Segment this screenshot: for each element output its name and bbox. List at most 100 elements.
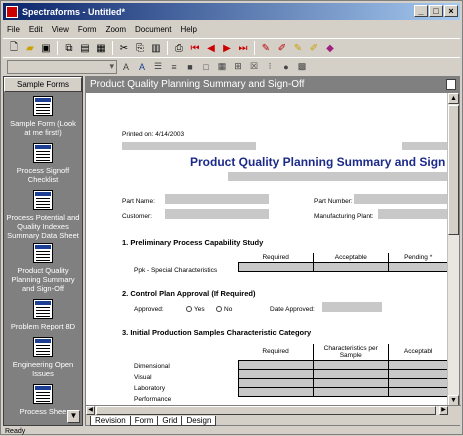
tab-form[interactable]: Form — [129, 416, 159, 426]
vertical-scrollbar[interactable]: ▲ ▼ — [447, 93, 459, 406]
format-toolbar: A A ☰ ≡ ■ □ ▦ ⊞ ☒ ⁝ ● ▩ — [3, 57, 460, 75]
col-acceptable: Acceptabl — [387, 344, 448, 361]
paste-form-icon[interactable]: ▤ — [78, 41, 92, 55]
eraser-icon[interactable]: ◆ — [323, 41, 337, 55]
menu-document[interactable]: Document — [135, 25, 171, 34]
grid-icon[interactable]: ▦ — [215, 60, 229, 74]
tab-design[interactable]: Design — [181, 416, 217, 426]
picture-icon[interactable]: ▩ — [295, 60, 309, 74]
form-item-engineering-issues[interactable]: Engineering Open Issues — [4, 333, 82, 380]
scroll-left-icon[interactable]: ◀ — [86, 406, 95, 415]
form-item-sample[interactable]: Sample Form (Look at me first!) — [4, 92, 82, 139]
minimize-button[interactable]: _ — [414, 5, 428, 17]
menu-edit[interactable]: Edit — [29, 25, 43, 34]
part-name-label: Part Name: — [122, 198, 155, 205]
form-icon — [33, 243, 53, 263]
table-cell[interactable] — [312, 377, 389, 388]
scroll-thumb[interactable] — [448, 105, 459, 235]
menu-bar: File Edit View Form Zoom Document Help — [3, 22, 460, 37]
list-icon[interactable]: ⁝ — [263, 60, 277, 74]
print-icon[interactable]: ⎙ — [172, 41, 186, 55]
table-cell[interactable] — [238, 359, 314, 370]
approved-no-radio[interactable]: No — [216, 306, 232, 313]
prev-page-icon[interactable]: ◀ — [204, 41, 218, 55]
form-item-process-potential[interactable]: Process Potential and Quality Indexes Su… — [4, 186, 82, 242]
font-color-icon[interactable]: A — [135, 60, 149, 74]
menu-form[interactable]: Form — [78, 25, 97, 34]
menu-view[interactable]: View — [52, 25, 69, 34]
form-icon — [33, 299, 53, 319]
scroll-up-icon[interactable]: ▲ — [448, 93, 459, 104]
paste-icon[interactable]: ▥ — [149, 41, 163, 55]
save-icon[interactable]: ▣ — [39, 41, 53, 55]
document-icon[interactable] — [446, 79, 456, 90]
close-button[interactable]: × — [444, 5, 458, 17]
chevron-down-icon[interactable]: ▼ — [67, 410, 80, 423]
box-icon[interactable]: □ — [199, 60, 213, 74]
table-cell[interactable] — [312, 261, 389, 272]
date-approved-field[interactable] — [322, 302, 382, 312]
horizontal-scroll-track[interactable]: ◀ ▶ — [86, 406, 448, 415]
sample-forms-header[interactable]: Sample Forms — [4, 77, 82, 92]
tab-revision[interactable]: Revision — [90, 416, 131, 426]
text-icon[interactable]: A — [119, 60, 133, 74]
table-cell[interactable] — [387, 261, 448, 272]
radio-icon[interactable]: ● — [279, 60, 293, 74]
yellow-pencil-icon[interactable]: ✎ — [291, 41, 305, 55]
section-3-heading: 3. Initial Production Samples Characteri… — [122, 328, 312, 337]
table-cell[interactable] — [238, 377, 314, 388]
copy-icon[interactable]: ⎘ — [133, 41, 147, 55]
grey-field — [402, 142, 448, 150]
pencil-icon[interactable]: ✎ — [259, 41, 273, 55]
document-title-bar: Product Quality Planning Summary and Sig… — [86, 77, 459, 93]
last-page-icon[interactable]: ⏭ — [236, 41, 250, 55]
horizontal-scroll-thumb[interactable] — [96, 406, 436, 415]
properties-icon[interactable]: ▦ — [94, 41, 108, 55]
new-file-icon[interactable]: 🗋 — [7, 41, 21, 55]
table-cell[interactable] — [387, 386, 448, 397]
table-cell[interactable] — [238, 368, 314, 379]
samples-table: Required Characteristics per Sample Acce… — [238, 344, 448, 397]
table-cell[interactable] — [387, 368, 448, 379]
section-1-heading: 1. Preliminary Process Capability Study — [122, 238, 264, 247]
table-cell[interactable] — [387, 359, 448, 370]
first-page-icon[interactable]: ⏮ — [188, 41, 202, 55]
table-icon[interactable]: ⊞ — [231, 60, 245, 74]
part-number-field[interactable] — [354, 194, 448, 204]
table-cell[interactable] — [238, 261, 314, 272]
tab-grid[interactable]: Grid — [157, 416, 183, 426]
scroll-right-icon[interactable]: ▶ — [439, 406, 448, 415]
mfg-plant-field[interactable] — [378, 209, 448, 219]
align-center-icon[interactable]: ≡ — [167, 60, 181, 74]
form-title: Product Quality Planning Summary and Sig… — [190, 155, 446, 169]
pencil-edit-icon[interactable]: ✐ — [275, 41, 289, 55]
part-name-field[interactable] — [165, 194, 269, 204]
next-page-icon[interactable]: ▶ — [220, 41, 234, 55]
customer-field[interactable] — [165, 209, 269, 219]
menu-zoom[interactable]: Zoom — [106, 25, 126, 34]
maximize-button[interactable]: □ — [429, 5, 443, 17]
document-title: Product Quality Planning Summary and Sig… — [90, 79, 305, 90]
open-folder-icon[interactable]: ▰ — [23, 41, 37, 55]
table-cell[interactable] — [312, 386, 389, 397]
align-left-icon[interactable]: ☰ — [151, 60, 165, 74]
menu-file[interactable]: File — [7, 25, 20, 34]
fill-icon[interactable]: ■ — [183, 60, 197, 74]
menu-help[interactable]: Help — [180, 25, 196, 34]
table-cell[interactable] — [238, 386, 314, 397]
checkbox-icon[interactable]: ☒ — [247, 60, 261, 74]
sample-forms-pane: Sample Forms Sample Form (Look at me fir… — [3, 76, 83, 426]
form-icon — [33, 337, 53, 357]
font-combo[interactable] — [7, 59, 117, 74]
cut-icon[interactable]: ✂ — [117, 41, 131, 55]
form-item-problem-report[interactable]: Problem Report 8D — [4, 295, 82, 333]
pencil-table-icon[interactable]: ✐ — [307, 41, 321, 55]
form-item-process-signoff[interactable]: Process Signoff Checklist — [4, 139, 82, 186]
table-cell[interactable] — [312, 359, 389, 370]
col-acceptable: Acceptable — [312, 253, 389, 263]
copy-form-icon[interactable]: ⧉ — [62, 41, 76, 55]
table-cell[interactable] — [312, 368, 389, 379]
form-item-quality-planning[interactable]: Product Quality Planning Summary and Sig… — [4, 242, 82, 295]
approved-yes-radio[interactable]: Yes — [186, 306, 205, 313]
table-cell[interactable] — [387, 377, 448, 388]
